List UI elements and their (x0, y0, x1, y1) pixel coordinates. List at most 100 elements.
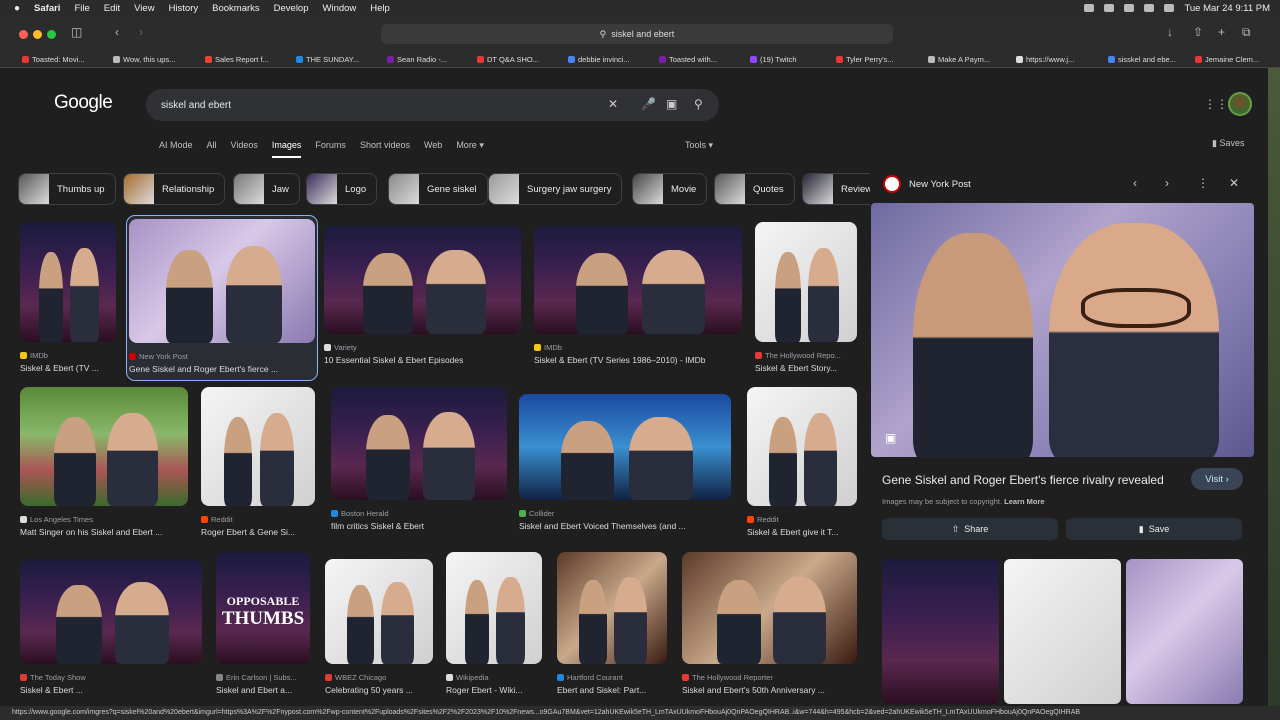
filter-chip[interactable]: Review (802, 173, 870, 205)
bookmark-item[interactable]: Toasted: Movi... (22, 55, 104, 64)
battery-icon[interactable] (1164, 4, 1175, 12)
lens-icon[interactable]: ▣ (666, 97, 677, 111)
tools-button[interactable]: Tools ▾ (685, 140, 713, 151)
search-input[interactable]: siskel and ebert ✕ 🎤 ▣ ⚲ (146, 89, 719, 121)
menu-history[interactable]: History (169, 3, 199, 14)
image-result[interactable]: IMDb Siskel & Ebert (TV ... (18, 219, 118, 379)
result-thumbnail[interactable] (324, 226, 521, 334)
image-result[interactable]: Collider Siskel and Ebert Voiced Themselv… (517, 391, 733, 537)
filter-chip[interactable]: Quotes (714, 173, 795, 205)
sidebar-icon[interactable]: ◫ (71, 25, 82, 39)
filter-chip[interactable]: Relationship (123, 173, 226, 205)
related-image[interactable] (1004, 559, 1121, 704)
share-icon[interactable]: ⇧ (1193, 25, 1203, 39)
tab-overview-icon[interactable]: ⧉ (1242, 25, 1251, 40)
save-button[interactable]: ▮ Save (1066, 518, 1242, 540)
tab-web[interactable]: Web (424, 140, 442, 158)
status-icon[interactable] (1084, 4, 1095, 12)
image-result[interactable]: Wikipedia Roger Ebert - Wiki... (444, 549, 544, 701)
tab-short-videos[interactable]: Short videos (360, 140, 410, 158)
clock[interactable]: Tue Mar 24 9:11 PM (1184, 3, 1270, 14)
image-result[interactable]: Los Angeles Times Matt Singer on his Sisk… (18, 384, 190, 543)
result-title[interactable]: Gene Siskel and Roger Ebert's fierce ... (129, 364, 317, 374)
image-result[interactable]: IMDb Siskel & Ebert (TV Series 1986–2010)… (532, 223, 744, 371)
next-icon[interactable]: › (1165, 176, 1169, 190)
tab-forums[interactable]: Forums (315, 140, 346, 158)
bookmark-item[interactable]: Wow, this ups... (113, 55, 195, 64)
app-menu[interactable]: Safari (34, 3, 60, 14)
bookmark-item[interactable]: DT Q&A SHO... (477, 55, 559, 64)
result-source[interactable]: The Today Show (20, 673, 86, 682)
result-source[interactable]: Reddit (747, 515, 779, 524)
avatar[interactable] (1228, 92, 1252, 116)
result-title[interactable]: Siskel & Ebert give it T... (747, 527, 859, 537)
filter-chip[interactable]: Logo (306, 173, 378, 205)
result-thumbnail[interactable] (747, 387, 857, 506)
result-thumbnail[interactable] (519, 394, 731, 500)
result-source[interactable]: New York Post (129, 352, 188, 361)
close-icon[interactable]: ✕ (1229, 176, 1239, 190)
image-result[interactable]: OPPOSABLE THUMBS Erin Carlson | Subs... Sis… (214, 549, 312, 701)
downloads-icon[interactable]: ↓ (1167, 25, 1173, 39)
zoom-window-button[interactable] (47, 30, 56, 39)
result-title[interactable]: Roger Ebert - Wiki... (446, 685, 544, 695)
result-thumbnail[interactable] (534, 226, 742, 334)
saves-button[interactable]: ▮ Saves (1212, 138, 1244, 149)
menu-edit[interactable]: Edit (104, 3, 120, 14)
result-source[interactable]: The Hollywood Repo... (755, 351, 841, 360)
result-title[interactable]: Roger Ebert & Gene Si... (201, 527, 317, 537)
new-tab-icon[interactable]: + (1218, 25, 1225, 39)
result-thumbnail[interactable] (446, 552, 542, 664)
menu-window[interactable]: Window (323, 3, 357, 14)
visit-button[interactable]: Visit › (1191, 468, 1243, 490)
clear-icon[interactable]: ✕ (608, 97, 618, 111)
menu-help[interactable]: Help (370, 3, 390, 14)
status-icon[interactable] (1124, 4, 1135, 12)
result-source[interactable]: Erin Carlson | Subs... (216, 673, 297, 682)
minimize-window-button[interactable] (33, 30, 42, 39)
bookmark-item[interactable]: (19) Twitch (750, 55, 832, 64)
result-title[interactable]: Celebrating 50 years ... (325, 685, 435, 695)
result-title[interactable]: Matt Singer on his Siskel and Ebert ... (20, 527, 190, 537)
result-source[interactable]: Los Angeles Times (20, 515, 93, 524)
result-title[interactable]: Siskel and Ebert Voiced Themselves (and … (519, 521, 733, 531)
related-image[interactable] (1126, 559, 1243, 704)
related-image[interactable] (882, 559, 999, 704)
filter-chip[interactable]: Gene siskel (388, 173, 488, 205)
tab-ai-mode[interactable]: AI Mode (159, 140, 193, 158)
image-result[interactable]: New York Post Gene Siskel and Roger Ebert… (126, 215, 318, 381)
image-result[interactable]: The Hollywood Repo... Siskel & Ebert Stor… (753, 219, 859, 379)
result-thumbnail[interactable]: OPPOSABLE THUMBS (216, 552, 310, 664)
result-source[interactable]: IMDb (20, 351, 48, 360)
result-source[interactable]: Collider (519, 509, 554, 518)
learn-more-link[interactable]: Learn More (1004, 497, 1044, 506)
menu-bookmarks[interactable]: Bookmarks (212, 3, 260, 14)
image-result[interactable]: Boston Herald film critics Siskel & Ebert (329, 384, 509, 537)
bookmark-item[interactable]: Tyler Perry's... (836, 55, 918, 64)
previous-icon[interactable]: ‹ (1133, 176, 1137, 190)
back-icon[interactable]: ‹ (115, 25, 119, 39)
more-options-icon[interactable]: ⋮ (1197, 176, 1209, 190)
filter-chip[interactable]: Jaw (233, 173, 300, 205)
share-button[interactable]: ⇧ Share (882, 518, 1058, 540)
result-thumbnail[interactable] (201, 387, 315, 506)
result-title[interactable]: Siskel and Ebert a... (216, 685, 312, 695)
bookmark-item[interactable]: Jemaine Clem... (1195, 55, 1277, 64)
image-result[interactable]: Hartford Courant Ebert and Siskel: Part..… (555, 549, 669, 701)
address-bar[interactable]: ⚲ siskel and ebert (381, 24, 893, 44)
result-title[interactable]: Siskel & Ebert (TV ... (20, 363, 118, 373)
search-icon[interactable]: ⚲ (694, 97, 703, 111)
result-source[interactable]: Wikipedia (446, 673, 489, 682)
image-result[interactable]: Reddit Siskel & Ebert give it T... (745, 384, 859, 543)
tab-more[interactable]: More ▾ (456, 140, 484, 158)
result-title[interactable]: film critics Siskel & Ebert (331, 521, 509, 531)
result-source[interactable]: Hartford Courant (557, 673, 623, 682)
result-title[interactable]: Siskel & Ebert ... (20, 685, 204, 695)
result-source[interactable]: Reddit (201, 515, 233, 524)
forward-icon[interactable]: › (139, 25, 143, 39)
menu-view[interactable]: View (134, 3, 154, 14)
result-thumbnail[interactable] (325, 559, 433, 664)
menu-develop[interactable]: Develop (274, 3, 309, 14)
image-result[interactable]: Reddit Roger Ebert & Gene Si... (199, 384, 317, 543)
bookmark-item[interactable]: Make A Paym... (928, 55, 1010, 64)
